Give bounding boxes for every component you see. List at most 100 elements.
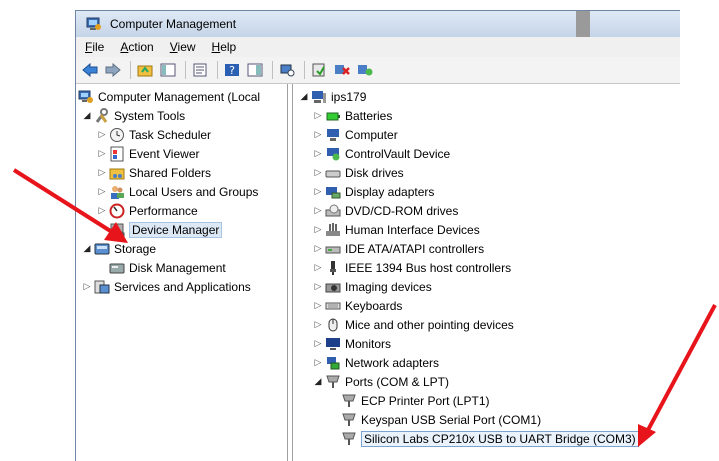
performance-icon bbox=[109, 203, 125, 218]
menu-bar: File Action View Help bbox=[76, 37, 680, 57]
expand-icon[interactable]: ▷ bbox=[313, 129, 323, 140]
collapse-icon[interactable]: ◢ bbox=[82, 110, 92, 121]
expand-icon[interactable]: ▷ bbox=[313, 338, 323, 349]
expand-icon[interactable]: ▷ bbox=[313, 281, 323, 292]
expand-icon[interactable]: ▷ bbox=[313, 357, 323, 368]
toolbar: ? bbox=[76, 57, 680, 84]
device-category-dvd[interactable]: ▷ DVD/CD-ROM drives bbox=[313, 201, 459, 220]
device-keyspan-serial-port[interactable]: Keyspan USB Serial Port (COM1) bbox=[341, 410, 541, 429]
device-category-computer[interactable]: ▷ Computer bbox=[313, 125, 398, 144]
ieee1394-icon bbox=[330, 260, 336, 275]
device-category-controlvault[interactable]: ▷ ControlVault Device bbox=[313, 144, 451, 163]
tree-item-disk-management[interactable]: Disk Management bbox=[109, 258, 226, 277]
device-category-ports[interactable]: ◢ Ports (COM & LPT) bbox=[313, 372, 449, 391]
expand-icon[interactable]: ▷ bbox=[313, 167, 323, 178]
tree-item-shared-folders[interactable]: ▷ Shared Folders bbox=[97, 163, 212, 182]
folder-up-icon bbox=[137, 65, 153, 77]
main-panes: Computer Management (Local ◢ System Tool… bbox=[76, 84, 680, 461]
svg-text:?: ? bbox=[229, 64, 235, 77]
device-category-network[interactable]: ▷ Network adapters bbox=[313, 353, 440, 372]
collapse-icon[interactable]: ◢ bbox=[313, 376, 323, 387]
expand-icon[interactable]: ▷ bbox=[313, 262, 323, 273]
disk-management-icon bbox=[109, 263, 125, 273]
users-icon bbox=[111, 185, 124, 199]
expand-icon[interactable]: ▷ bbox=[313, 148, 323, 159]
title-bar[interactable]: Computer Management bbox=[76, 11, 680, 37]
device-ecp-printer-port[interactable]: ECP Printer Port (LPT1) bbox=[341, 391, 489, 410]
device-category-imaging[interactable]: ▷ Imaging devices bbox=[313, 277, 432, 296]
expand-icon[interactable]: ▷ bbox=[313, 300, 323, 311]
toolbar-separator bbox=[304, 61, 305, 79]
collapse-icon[interactable]: ◢ bbox=[82, 243, 92, 254]
device-category-keyboards[interactable]: ▷ Keyboards bbox=[313, 296, 403, 315]
tree-item-device-manager[interactable]: Device Manager bbox=[109, 220, 223, 239]
back-arrow-icon bbox=[82, 63, 98, 77]
menu-action[interactable]: Action bbox=[115, 39, 158, 55]
show-hide-tree-button[interactable] bbox=[158, 61, 178, 79]
tree-item-storage[interactable]: ◢ Storage bbox=[82, 239, 157, 258]
computer-management-icon bbox=[86, 17, 101, 30]
toolbar-separator bbox=[185, 61, 186, 79]
tree-item-system-tools[interactable]: ◢ System Tools bbox=[82, 106, 185, 125]
tree-item-local-users[interactable]: ▷ Local Users and Groups bbox=[97, 182, 258, 201]
enable-device-button[interactable] bbox=[355, 61, 375, 79]
help-button[interactable]: ? bbox=[222, 61, 242, 79]
computer-icon bbox=[327, 128, 339, 141]
forward-button[interactable] bbox=[103, 61, 123, 79]
device-category-ide[interactable]: ▷ IDE ATA/ATAPI controllers bbox=[313, 239, 485, 258]
scan-hardware-button[interactable] bbox=[277, 61, 297, 79]
expand-icon[interactable]: ▷ bbox=[82, 281, 92, 292]
expand-icon[interactable]: ▷ bbox=[97, 205, 107, 216]
tree-item-event-viewer[interactable]: ▷ Event Viewer bbox=[97, 144, 199, 163]
titlebar-gloss bbox=[576, 11, 590, 37]
device-category-disk-drives[interactable]: ▷ Disk drives bbox=[313, 163, 404, 182]
up-folder-button[interactable] bbox=[135, 61, 155, 79]
expand-icon[interactable]: ▷ bbox=[313, 243, 323, 254]
expand-icon[interactable]: ▷ bbox=[313, 319, 323, 330]
device-category-mice[interactable]: ▷ Mice and other pointing devices bbox=[313, 315, 514, 334]
device-category-monitors[interactable]: ▷ Monitors bbox=[313, 334, 391, 353]
device-category-display-adapters[interactable]: ▷ Display adapters bbox=[313, 182, 435, 201]
computer-icon bbox=[312, 90, 326, 103]
update-driver-icon bbox=[312, 63, 325, 77]
collapse-icon[interactable]: ◢ bbox=[299, 91, 309, 102]
expand-icon[interactable]: ▷ bbox=[97, 129, 107, 140]
port-icon bbox=[326, 375, 340, 388]
expand-icon[interactable]: ▷ bbox=[313, 205, 323, 216]
tree-item-services[interactable]: ▷ Services and Applications bbox=[82, 277, 251, 296]
device-category-hid[interactable]: ▷ Human Interface Devices bbox=[313, 220, 480, 239]
action-pane-button[interactable] bbox=[245, 61, 265, 79]
tree-item-root[interactable]: Computer Management (Local bbox=[78, 87, 260, 106]
expand-icon[interactable]: ▷ bbox=[97, 148, 107, 159]
back-button[interactable] bbox=[80, 61, 100, 79]
menu-view[interactable]: View bbox=[165, 39, 201, 55]
device-silicon-labs-uart-bridge[interactable]: Silicon Labs CP210x USB to UART Bridge (… bbox=[341, 429, 639, 448]
expand-icon[interactable]: ▷ bbox=[313, 224, 323, 235]
device-root[interactable]: ◢ ips179 bbox=[299, 87, 367, 106]
tools-icon bbox=[95, 107, 108, 123]
toolbar-separator bbox=[272, 61, 273, 79]
properties-icon bbox=[193, 63, 207, 77]
expand-icon[interactable]: ▷ bbox=[313, 110, 323, 121]
window-title: Computer Management bbox=[110, 17, 237, 31]
device-category-ieee1394[interactable]: ▷ IEEE 1394 Bus host controllers bbox=[313, 258, 511, 277]
tree-item-task-scheduler[interactable]: ▷ Task Scheduler bbox=[97, 125, 211, 144]
action-pane-icon bbox=[247, 63, 263, 77]
ide-controller-icon bbox=[325, 246, 341, 253]
menu-help[interactable]: Help bbox=[207, 39, 242, 55]
menu-file[interactable]: File bbox=[80, 39, 109, 55]
device-category-batteries[interactable]: ▷ Batteries bbox=[313, 106, 393, 125]
expand-icon[interactable]: ▷ bbox=[313, 186, 323, 197]
properties-button[interactable] bbox=[190, 61, 210, 79]
console-tree: Computer Management (Local ◢ System Tool… bbox=[76, 84, 288, 461]
expand-icon[interactable]: ▷ bbox=[97, 167, 107, 178]
computer-management-window: Computer Management File Action View Hel… bbox=[75, 10, 680, 461]
uninstall-device-button[interactable] bbox=[332, 61, 352, 79]
network-adapter-icon bbox=[327, 356, 340, 369]
toolbar-separator bbox=[130, 61, 131, 79]
monitor-icon bbox=[326, 337, 340, 350]
tree-item-performance[interactable]: ▷ Performance bbox=[97, 201, 198, 220]
clock-icon bbox=[110, 127, 124, 142]
update-driver-button[interactable] bbox=[309, 61, 329, 79]
expand-icon[interactable]: ▷ bbox=[97, 186, 107, 197]
